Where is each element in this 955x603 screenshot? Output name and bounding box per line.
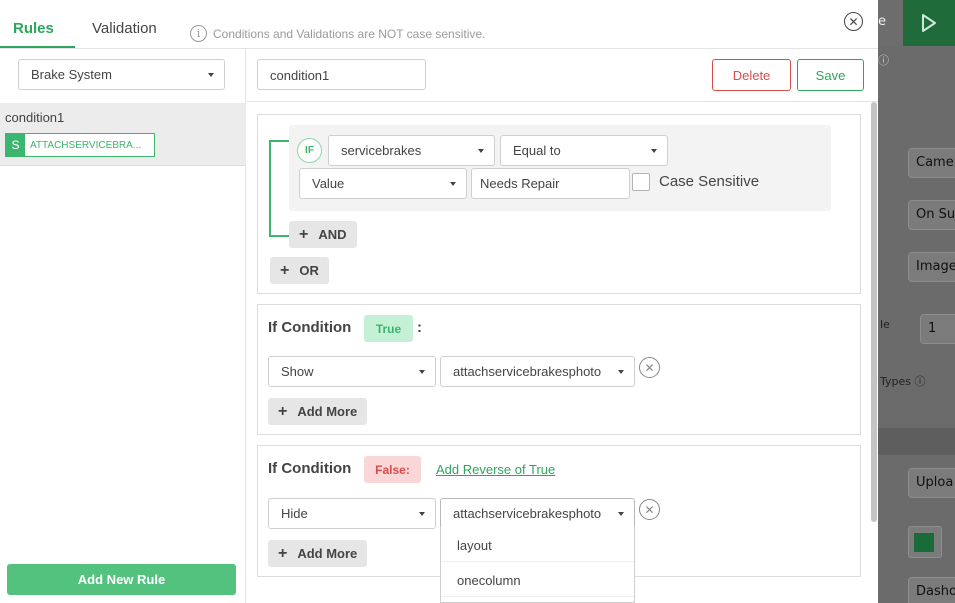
- close-icon[interactable]: ✕: [844, 12, 863, 31]
- true-add-more-label: Add More: [297, 404, 358, 419]
- if-badge: IF: [297, 138, 322, 163]
- background-field-dash[interactable]: Dasho: [908, 577, 955, 603]
- if-false-title: If Condition: [268, 460, 352, 477]
- background-field-onsubmit[interactable]: On Sul: [908, 200, 955, 230]
- true-add-more-button[interactable]: + Add More: [268, 398, 368, 425]
- false-target-value: attachservicebrakesphoto: [453, 506, 602, 521]
- background-partial-label: e: [878, 14, 886, 29]
- case-info-note: i Conditions and Validations are NOT cas…: [190, 25, 485, 42]
- tag-type-letter: S: [6, 134, 25, 156]
- chevron-down-icon: [478, 149, 484, 153]
- if-condition-card: IF servicebrakes Equal to Value Needs Re…: [257, 114, 861, 294]
- background-field-upload[interactable]: Uploa: [908, 468, 955, 498]
- info-icon: i: [190, 25, 207, 42]
- chevron-down-icon: [651, 149, 657, 153]
- rule-editor: condition1 Delete Save IF servicebrakes …: [247, 49, 878, 603]
- tab-rules[interactable]: Rules: [13, 20, 54, 37]
- condition-bracket: [269, 140, 289, 237]
- plus-icon: +: [299, 225, 309, 243]
- remove-action-icon[interactable]: ✕: [639, 357, 660, 378]
- if-true-title: If Condition: [268, 319, 352, 336]
- play-button[interactable]: [903, 0, 955, 46]
- true-target-value: attachservicebrakesphoto: [453, 364, 602, 379]
- true-action-select[interactable]: Show: [268, 356, 436, 387]
- dropdown-option[interactable]: layout: [441, 527, 634, 562]
- scrollbar-thumb[interactable]: [871, 102, 877, 522]
- add-new-rule-button[interactable]: Add New Rule: [7, 564, 236, 595]
- rule-name: condition1: [5, 110, 65, 125]
- active-tab-indicator: [0, 46, 75, 48]
- background-field-camera[interactable]: Camer: [908, 148, 955, 178]
- rule-list-item[interactable]: condition1 S ATTACHSERVICEBRA...: [0, 103, 246, 166]
- case-sensitive-label: Case Sensitive: [659, 173, 760, 190]
- background-color-swatch[interactable]: [908, 526, 942, 558]
- value-type-select-value: Value: [312, 176, 345, 191]
- rules-sidebar: Brake System condition1 S ATTACHSERVICEB…: [0, 49, 246, 603]
- dropdown-option[interactable]: onecolumn: [441, 562, 634, 597]
- true-badge: True: [364, 315, 413, 342]
- chevron-down-icon: [208, 73, 214, 77]
- add-and-button[interactable]: + AND: [289, 221, 357, 248]
- modal-header: Rules Validation i Conditions and Valida…: [0, 0, 878, 49]
- condition-name-input[interactable]: condition1: [257, 59, 426, 90]
- plus-icon: +: [278, 544, 288, 562]
- chevron-down-icon: [618, 512, 624, 516]
- plus-icon: +: [280, 261, 290, 279]
- false-add-more-button[interactable]: + Add More: [268, 540, 368, 567]
- remove-action-icon[interactable]: ✕: [639, 499, 660, 520]
- field-select-value: servicebrakes: [341, 143, 422, 158]
- tab-validation[interactable]: Validation: [92, 20, 157, 37]
- field-select[interactable]: servicebrakes: [328, 135, 495, 166]
- background-label: le: [880, 318, 890, 331]
- value-input[interactable]: Needs Repair: [471, 168, 630, 199]
- operator-select[interactable]: Equal to: [500, 135, 668, 166]
- add-or-button[interactable]: + OR: [270, 257, 329, 284]
- true-action-value: Show: [281, 364, 314, 379]
- save-button[interactable]: Save: [797, 59, 864, 91]
- background-types-label: Types ⓘ: [880, 375, 926, 388]
- category-select[interactable]: Brake System: [18, 59, 225, 90]
- background-app: e ⓘ Camer On Sul Image le 1 Types ⓘ Uplo…: [878, 0, 955, 603]
- true-target-select[interactable]: attachservicebrakesphoto: [440, 356, 635, 387]
- add-and-label: AND: [318, 227, 347, 242]
- background-field-image[interactable]: Image: [908, 252, 955, 282]
- false-action-select[interactable]: Hide: [268, 498, 436, 529]
- rule-target-tag: S ATTACHSERVICEBRA...: [5, 133, 155, 157]
- rules-modal: Rules Validation i Conditions and Valida…: [0, 0, 878, 603]
- background-section-band: [878, 428, 955, 455]
- info-text: Conditions and Validations are NOT case …: [213, 26, 486, 41]
- condition-row-group: IF servicebrakes Equal to Value Needs Re…: [289, 125, 831, 211]
- category-select-value: Brake System: [31, 67, 112, 82]
- false-action-value: Hide: [281, 506, 308, 521]
- false-add-more-label: Add More: [297, 546, 358, 561]
- tag-text: ATTACHSERVICEBRA...: [30, 139, 142, 151]
- background-number-field[interactable]: 1: [920, 314, 955, 344]
- plus-icon: +: [278, 402, 288, 420]
- background-info-icon: ⓘ: [878, 54, 889, 67]
- add-reverse-of-true-link[interactable]: Add Reverse of True: [436, 462, 555, 477]
- false-target-select[interactable]: attachservicebrakesphoto: [440, 498, 635, 529]
- play-icon: [922, 14, 936, 32]
- target-dropdown-list: layout onecolumn: [440, 527, 635, 603]
- chevron-down-icon: [419, 370, 425, 374]
- delete-button[interactable]: Delete: [712, 59, 791, 91]
- operator-select-value: Equal to: [513, 143, 561, 158]
- add-or-label: OR: [299, 263, 319, 278]
- case-sensitive-checkbox[interactable]: [632, 173, 650, 191]
- true-colon: :: [417, 319, 422, 336]
- chevron-down-icon: [450, 182, 456, 186]
- value-type-select[interactable]: Value: [299, 168, 467, 199]
- chevron-down-icon: [618, 370, 624, 374]
- if-true-card: If Condition True : Show attachservicebr…: [257, 304, 861, 435]
- chevron-down-icon: [419, 512, 425, 516]
- false-badge: False:: [364, 456, 421, 483]
